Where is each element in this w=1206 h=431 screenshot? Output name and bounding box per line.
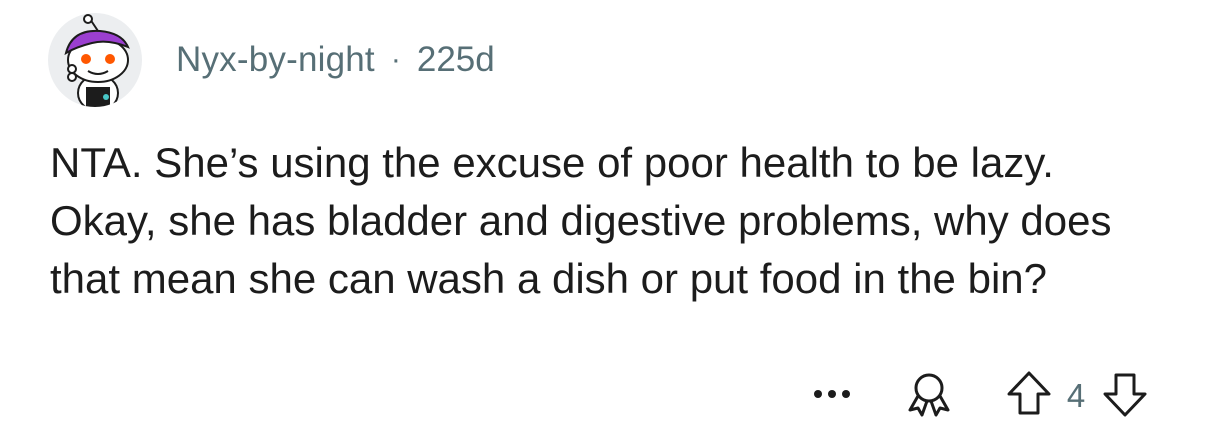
upvote-button[interactable] <box>1004 368 1054 418</box>
upvote-arrow-icon <box>1007 371 1051 415</box>
more-options-button[interactable] <box>810 380 854 408</box>
avatar[interactable] <box>48 13 142 107</box>
award-button[interactable] <box>904 370 954 420</box>
comment-body: NTA. She’s using the excuse of poor heal… <box>50 139 1112 302</box>
downvote-arrow-icon <box>1103 373 1147 417</box>
comment-age: 225d <box>416 40 495 79</box>
vote-score: 4 <box>1066 377 1086 414</box>
comment-header: Nyx-by-night · 225d <box>48 12 495 108</box>
award-icon <box>908 373 950 417</box>
meta-separator: · <box>390 43 401 76</box>
comment-actions: 4 <box>800 366 1170 422</box>
more-dots-icon <box>814 390 850 398</box>
snoo-avatar-icon <box>64 14 130 107</box>
comment-author[interactable]: Nyx-by-night <box>176 40 375 80</box>
downvote-button[interactable] <box>1100 370 1150 420</box>
comment: Nyx-by-night · 225d NTA. She’s using the… <box>0 0 1206 431</box>
